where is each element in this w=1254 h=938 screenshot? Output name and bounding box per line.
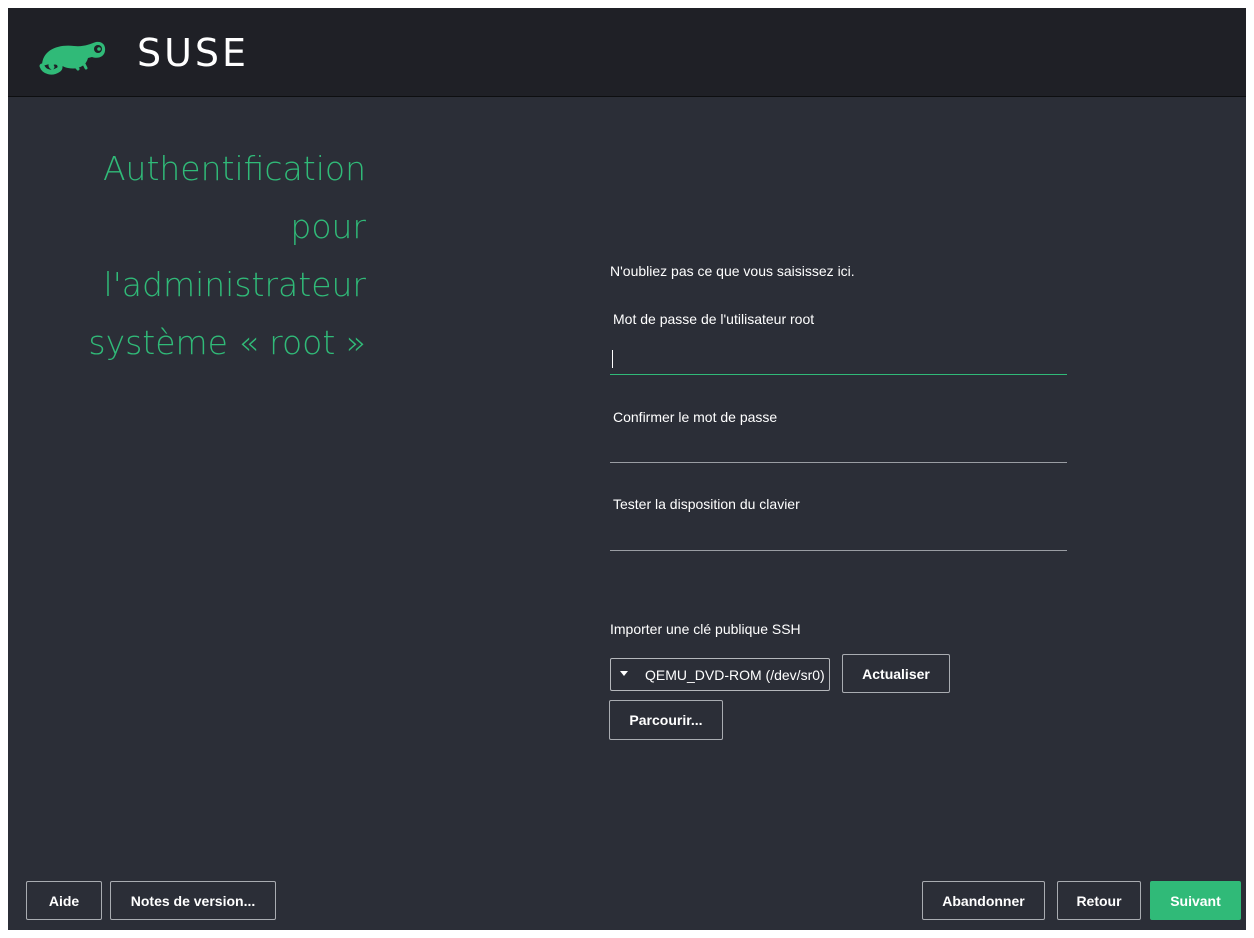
help-button[interactable]: Aide: [26, 881, 102, 920]
root-password-input[interactable]: [610, 344, 1067, 374]
header-bar: SUSE: [8, 8, 1246, 97]
back-button[interactable]: Retour: [1057, 881, 1141, 920]
suse-logo-text: SUSE: [137, 31, 250, 75]
keyboard-test-label: Tester la disposition du clavier: [613, 496, 800, 512]
text-caret: [612, 350, 613, 368]
ssh-device-selected-value: QEMU_DVD-ROM (/dev/sr0): [645, 667, 825, 683]
page-title-line: pour: [290, 207, 366, 246]
abort-button[interactable]: Abandonner: [922, 881, 1045, 920]
confirm-password-underline: [610, 462, 1067, 463]
keyboard-test-underline: [610, 550, 1067, 551]
release-notes-button[interactable]: Notes de version...: [110, 881, 276, 920]
keyboard-test-input[interactable]: [610, 520, 1067, 550]
ssh-device-dropdown[interactable]: QEMU_DVD-ROM (/dev/sr0): [610, 658, 830, 691]
page-title: Authentification pour l'administrateur s…: [26, 140, 366, 372]
chameleon-logo-icon: [39, 41, 106, 75]
password-reminder-note: N'oubliez pas ce que vous saisissez ici.: [610, 263, 855, 279]
root-password-underline: [610, 374, 1067, 375]
browse-button[interactable]: Parcourir...: [609, 700, 723, 740]
confirm-password-label: Confirmer le mot de passe: [613, 409, 778, 425]
page-title-line: système « root »: [88, 323, 366, 362]
page-title-line: l'administrateur: [103, 265, 366, 304]
root-password-label: Mot de passe de l'utilisateur root: [613, 311, 815, 327]
next-button[interactable]: Suivant: [1150, 881, 1241, 920]
ssh-import-label: Importer une clé publique SSH: [610, 621, 801, 637]
installer-window: SUSE Authentification pour l'administrat…: [8, 8, 1246, 930]
refresh-button[interactable]: Actualiser: [842, 654, 950, 693]
confirm-password-input[interactable]: [610, 432, 1067, 462]
dropdown-arrow-icon: [620, 671, 628, 676]
page-title-line: Authentification: [102, 149, 366, 188]
